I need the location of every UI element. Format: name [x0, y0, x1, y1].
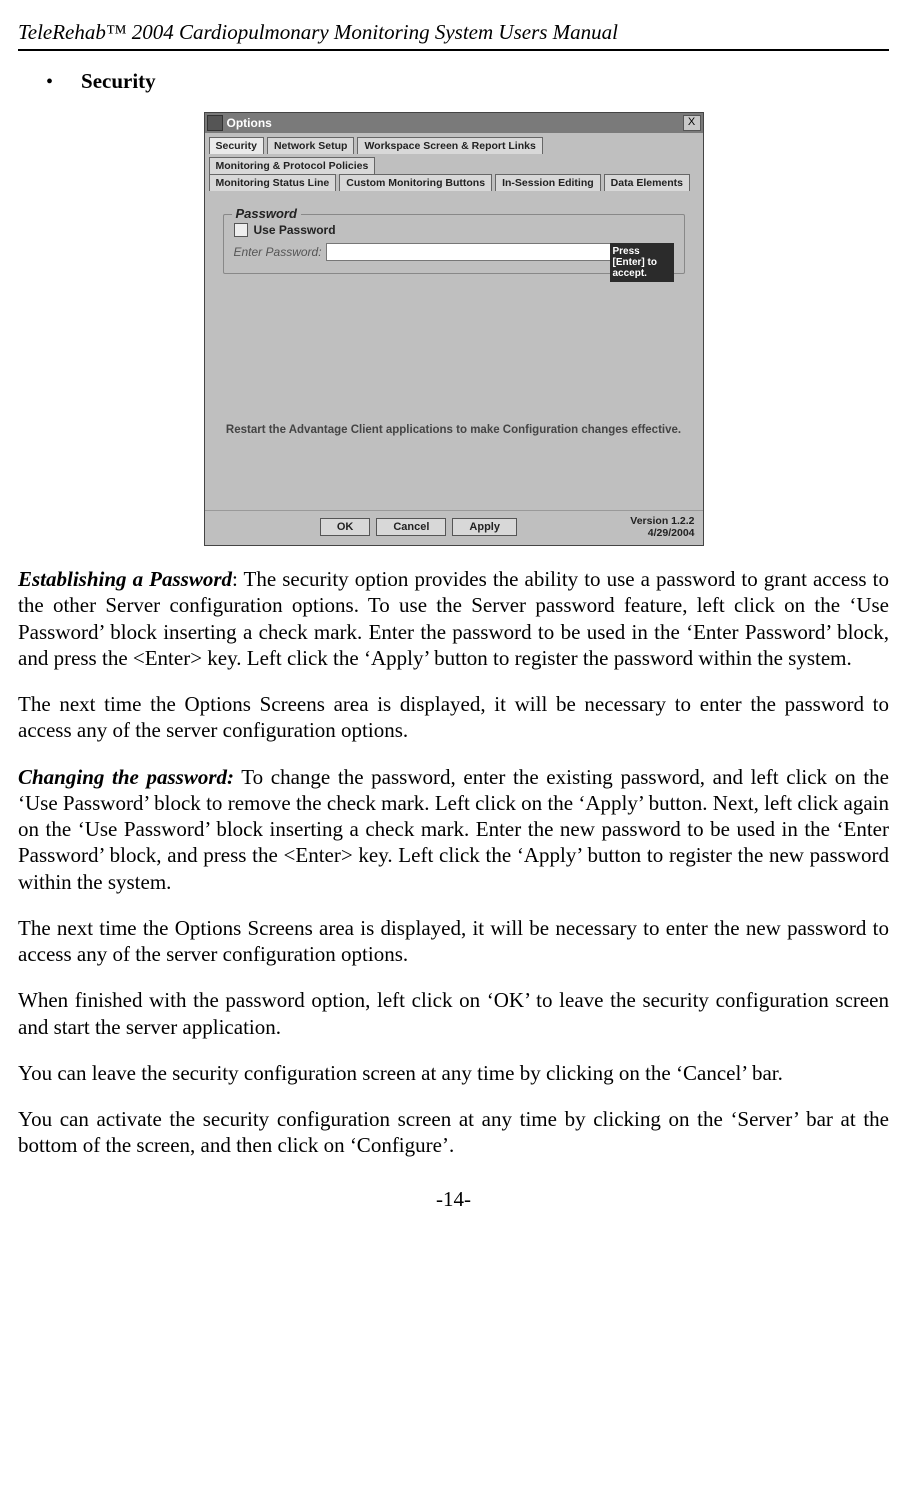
- bullet-icon: •: [46, 71, 53, 94]
- para-2: The next time the Options Screens area i…: [18, 691, 889, 744]
- dialog-titlebar: Options X: [205, 113, 703, 133]
- password-group: Password Use Password Enter Password: Pr…: [223, 214, 685, 274]
- para-lead-3: Changing the password:: [18, 765, 234, 789]
- tab-security[interactable]: Security: [209, 137, 264, 154]
- app-icon: [207, 115, 223, 131]
- tab-network-setup[interactable]: Network Setup: [267, 137, 355, 154]
- tab-status-line[interactable]: Monitoring Status Line: [209, 174, 337, 191]
- para-7: You can activate the security configurat…: [18, 1106, 889, 1159]
- version-text: Version 1.2.2: [630, 515, 694, 527]
- page-number: -14-: [18, 1187, 889, 1212]
- group-legend: Password: [232, 206, 301, 221]
- para-4: The next time the Options Screens area i…: [18, 915, 889, 968]
- enter-password-label: Enter Password:: [234, 245, 322, 259]
- tab-panel: Password Use Password Enter Password: Pr…: [205, 194, 703, 510]
- para-6: You can leave the security configuration…: [18, 1060, 889, 1086]
- tab-monitoring-policies[interactable]: Monitoring & Protocol Policies: [209, 157, 376, 174]
- enter-tooltip: Press [Enter] to accept.: [610, 243, 674, 282]
- restart-note: Restart the Advantage Client application…: [223, 424, 685, 436]
- para-changing: Changing the password: To change the pas…: [18, 764, 889, 895]
- version-date: 4/29/2004: [648, 527, 695, 539]
- section-heading: Security: [81, 69, 156, 94]
- tab-data-elements[interactable]: Data Elements: [604, 174, 690, 191]
- tab-custom-buttons[interactable]: Custom Monitoring Buttons: [339, 174, 492, 191]
- para-lead-1: Establishing a Password: [18, 567, 232, 591]
- tab-row-2: Monitoring Status Line Custom Monitoring…: [205, 174, 703, 194]
- close-icon[interactable]: X: [683, 115, 701, 131]
- dialog-button-bar: OK Cancel Apply Version 1.2.2 4/29/2004: [205, 510, 703, 545]
- cancel-button[interactable]: Cancel: [376, 518, 446, 536]
- apply-button[interactable]: Apply: [452, 518, 517, 536]
- version-block: Version 1.2.2 4/29/2004: [630, 515, 694, 539]
- use-password-checkbox[interactable]: [234, 223, 248, 237]
- para-establishing: Establishing a Password: The security op…: [18, 566, 889, 671]
- tab-workspace-links[interactable]: Workspace Screen & Report Links: [357, 137, 542, 154]
- page-header: TeleRehab™ 2004 Cardiopulmonary Monitori…: [18, 20, 889, 51]
- ok-button[interactable]: OK: [320, 518, 371, 536]
- tab-row-1: Security Network Setup Workspace Screen …: [205, 133, 703, 174]
- tab-in-session-editing[interactable]: In-Session Editing: [495, 174, 601, 191]
- para-5: When finished with the password option, …: [18, 987, 889, 1040]
- doc-title: TeleRehab™ 2004 Cardiopulmonary Monitori…: [18, 20, 618, 44]
- section-bullet: • Security: [46, 69, 889, 94]
- options-dialog: Options X Security Network Setup Workspa…: [204, 112, 704, 546]
- dialog-title: Options: [227, 116, 683, 130]
- use-password-label: Use Password: [254, 223, 336, 237]
